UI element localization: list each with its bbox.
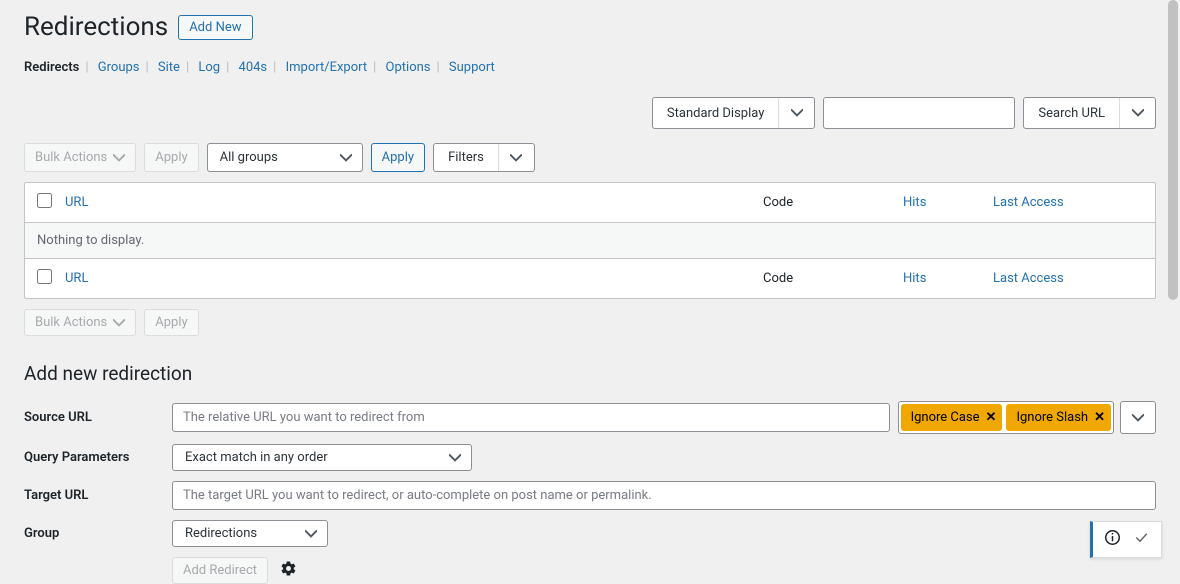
select-all-checkbox-top[interactable] [37,193,52,208]
select-all-checkbox-bottom[interactable] [37,269,52,284]
col-hits-footer[interactable]: Hits [903,271,993,286]
bulk-actions-label: Bulk Actions [35,315,107,330]
group-filter-label: All groups [220,150,278,165]
group-label: Group [24,526,172,541]
chevron-down-icon [305,528,317,540]
display-mode-select[interactable]: Standard Display [652,97,815,129]
chevron-down-icon [340,152,352,164]
bulk-actions-select-top[interactable]: Bulk Actions [24,143,136,172]
table-header: URL Code Hits Last Access [25,183,1155,223]
tab-site[interactable]: Site [158,60,180,75]
bulk-actions-label: Bulk Actions [35,150,107,165]
chevron-down-icon [449,452,461,464]
tab-log[interactable]: Log [198,60,220,75]
tab-import-export[interactable]: Import/Export [286,60,368,75]
scrollbar-thumb[interactable] [1168,0,1178,300]
search-url-label: Search URL [1024,100,1119,127]
group-select[interactable]: Redirections [172,520,328,547]
search-url-select[interactable]: Search URL [1023,97,1156,129]
info-icon [1105,530,1120,549]
source-url-label: Source URL [24,410,172,425]
chevron-down-icon [113,152,125,164]
filters-select[interactable]: Filters [433,143,535,172]
query-params-label: Query Parameters [24,450,172,465]
source-url-input[interactable] [172,403,890,432]
ignore-slash-label: Ignore Slash [1016,410,1088,425]
chevron-down-icon [498,144,534,171]
add-redirect-button[interactable]: Add Redirect [172,557,268,584]
query-params-value: Exact match in any order [185,450,328,465]
group-value: Redirections [185,526,257,541]
tab-support[interactable]: Support [449,60,495,75]
tab-redirects[interactable]: Redirects [24,60,79,75]
search-input[interactable] [823,97,1015,129]
target-url-label: Target URL [24,488,172,503]
chevron-down-icon [1132,412,1144,424]
display-mode-label: Standard Display [653,100,778,127]
check-icon [1134,530,1149,549]
chevron-down-icon [778,98,814,128]
url-option-tags: Ignore Case ✕ Ignore Slash ✕ [898,401,1114,434]
page-title: Redirections [24,12,168,42]
chevron-down-icon [113,317,125,329]
apply-button-top[interactable]: Apply [144,143,198,172]
col-url-footer[interactable]: URL [65,271,763,286]
ignore-slash-tag[interactable]: Ignore Slash ✕ [1006,404,1111,431]
col-last-footer[interactable]: Last Access [993,271,1143,286]
filters-label: Filters [434,144,498,171]
col-code-footer: Code [763,271,903,286]
col-hits-header[interactable]: Hits [903,195,993,210]
apply-button-bottom[interactable]: Apply [144,309,198,336]
add-new-button[interactable]: Add New [178,15,252,40]
col-url-header[interactable]: URL [65,195,763,210]
close-icon[interactable]: ✕ [986,410,997,425]
target-url-input[interactable] [172,481,1156,510]
empty-message: Nothing to display. [37,233,144,248]
tab-options[interactable]: Options [386,60,431,75]
status-notification[interactable] [1090,521,1162,558]
table-body: Nothing to display. [25,223,1155,258]
nav-tabs: Redirects| Groups| Site| Log| 404s| Impo… [24,60,1156,75]
col-code-header: Code [763,195,903,210]
chevron-down-icon [1119,98,1155,128]
redirects-table: URL Code Hits Last Access Nothing to dis… [24,182,1156,299]
close-icon[interactable]: ✕ [1094,410,1105,425]
form-heading: Add new redirection [24,362,1156,385]
tab-404s[interactable]: 404s [239,60,268,75]
ignore-case-label: Ignore Case [911,410,980,425]
tab-groups[interactable]: Groups [98,60,140,75]
query-params-select[interactable]: Exact match in any order [172,444,472,471]
url-options-dropdown[interactable] [1120,401,1156,434]
apply-filter-button[interactable]: Apply [371,143,425,172]
table-footer: URL Code Hits Last Access [25,258,1155,298]
ignore-case-tag[interactable]: Ignore Case ✕ [901,404,1003,431]
col-last-header[interactable]: Last Access [993,195,1143,210]
bulk-actions-select-bottom[interactable]: Bulk Actions [24,309,136,336]
scrollbar[interactable] [1166,0,1180,578]
group-filter-select[interactable]: All groups [207,143,363,172]
